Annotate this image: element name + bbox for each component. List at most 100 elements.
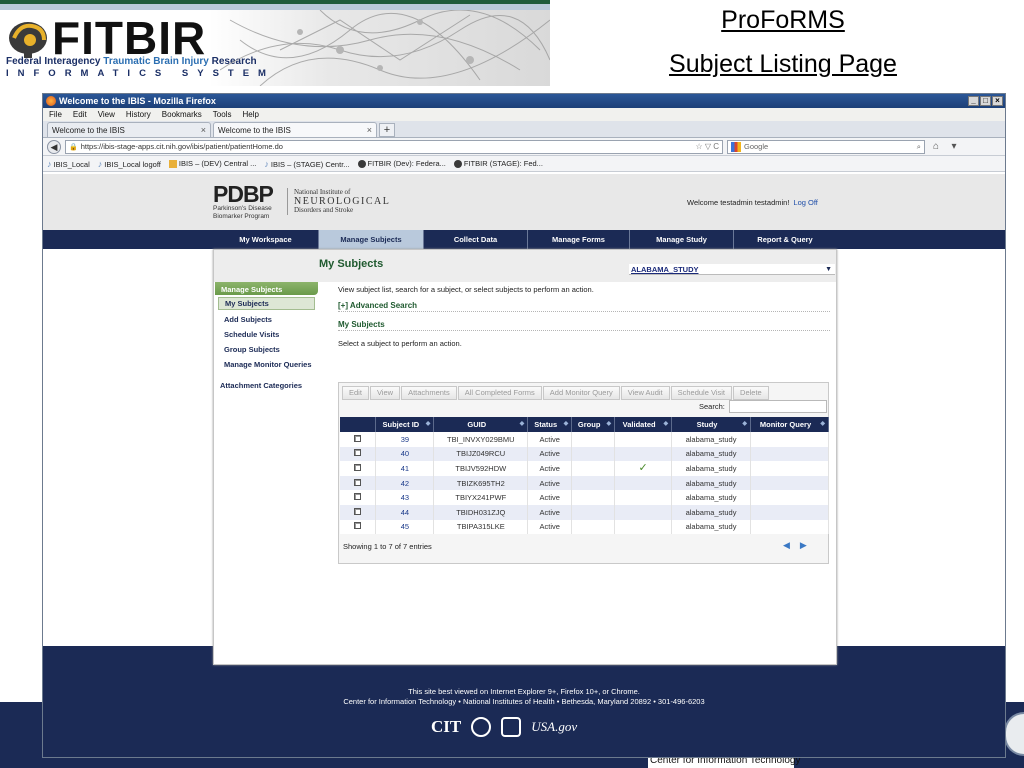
page-title: My Subjects: [319, 258, 384, 270]
bookmark-ibis-local-logoff[interactable]: ♪ IBIS_Local logoff: [98, 159, 161, 169]
cit-logo[interactable]: CIT: [431, 717, 461, 737]
bookmark-ibis-dev[interactable]: IBIS – (DEV) Central ...: [168, 159, 256, 168]
nih-seal-icon[interactable]: [501, 717, 522, 737]
logoff-link[interactable]: Log Off: [793, 198, 817, 207]
column-header-study[interactable]: Study ◆: [671, 417, 751, 432]
attachments-button[interactable]: Attachments: [401, 386, 457, 400]
edit-button[interactable]: Edit: [342, 386, 369, 400]
search-icon[interactable]: ⌕: [917, 142, 921, 152]
schedule-visit-button[interactable]: Schedule Visit: [670, 386, 733, 400]
nav-manage-forms[interactable]: Manage Forms: [528, 230, 629, 249]
url-bar[interactable]: 🔒 https://ibis-stage-apps.cit.nih.gov/ib…: [65, 139, 723, 154]
new-tab-button[interactable]: +: [379, 123, 395, 137]
row-checkbox[interactable]: [354, 493, 362, 501]
cell-validated: [614, 504, 673, 520]
bookmark-fitbir-stage[interactable]: FITBIR (STAGE): Fed...: [453, 159, 543, 168]
previous-page-icon[interactable]: ◀: [783, 540, 790, 551]
fitbir-logo: FITBIR Federal Interagency Traumatic Bra…: [0, 10, 550, 86]
sidebar-item-group-subjects[interactable]: Group Subjects: [215, 342, 318, 357]
row-checkbox[interactable]: [354, 478, 362, 486]
column-header-status[interactable]: Status ◆: [527, 417, 573, 432]
add-monitor-query-button[interactable]: Add Monitor Query: [542, 386, 620, 400]
minimize-button[interactable]: _: [968, 96, 979, 106]
column-header-group[interactable]: Group ◆: [571, 417, 616, 432]
next-page-icon[interactable]: ▶: [800, 540, 807, 551]
table-row[interactable]: 43 TBIYX241PWF Active alabama_study: [340, 490, 830, 505]
sidebar-item-add-subjects[interactable]: Add Subjects: [215, 312, 318, 327]
menu-tools[interactable]: Tools: [213, 110, 232, 119]
usa-gov-logo[interactable]: USA.gov: [531, 719, 577, 735]
cell-select: [340, 519, 377, 535]
close-tab-icon[interactable]: ×: [367, 125, 372, 135]
sidebar-item-manage-monitor-queries[interactable]: Manage Monitor Queries: [215, 357, 318, 372]
advanced-search-toggle[interactable]: [+] Advanced Search: [338, 301, 830, 312]
cell-subject-id[interactable]: 45: [375, 519, 435, 535]
cell-subject-id[interactable]: 43: [375, 490, 435, 505]
close-window-button[interactable]: ×: [992, 96, 1003, 106]
row-checkbox[interactable]: [354, 463, 362, 471]
table-row[interactable]: 44 TBIDH031ZJQ Active alabama_study: [340, 504, 830, 520]
all-completed-forms-button[interactable]: All Completed Forms: [457, 386, 542, 400]
back-button[interactable]: ◀: [47, 139, 61, 154]
row-checkbox[interactable]: [354, 522, 362, 530]
cell-subject-id[interactable]: 40: [375, 446, 435, 462]
menu-icon[interactable]: ▾: [947, 141, 961, 152]
nav-manage-subjects[interactable]: Manage Subjects: [319, 230, 423, 249]
row-checkbox[interactable]: [354, 434, 362, 442]
menu-bookmarks[interactable]: Bookmarks: [162, 110, 202, 119]
hhs-seal-icon[interactable]: [471, 717, 492, 737]
browser-tab-2[interactable]: Welcome to the IBIS ×: [213, 122, 377, 137]
sidebar-item-schedule-visits[interactable]: Schedule Visits: [215, 327, 318, 342]
grid-search-input[interactable]: [729, 400, 827, 413]
cell-status: Active: [527, 446, 573, 462]
table-row[interactable]: 40 TBIJZ049RCU Active alabama_study: [340, 446, 830, 462]
menu-edit[interactable]: Edit: [73, 110, 87, 119]
browser-search-input[interactable]: Google ⌕: [727, 139, 925, 154]
cell-status: Active: [527, 519, 573, 535]
close-tab-icon[interactable]: ×: [201, 125, 206, 135]
instruction-text: Select a subject to perform an action.: [338, 339, 462, 348]
column-header-subject-id[interactable]: Subject ID ◆: [375, 417, 435, 432]
cell-study: alabama_study: [671, 504, 751, 520]
table-row[interactable]: 42 TBIZK695TH2 Active alabama_study: [340, 475, 830, 491]
cell-subject-id[interactable]: 44: [375, 504, 435, 520]
column-header-monitor-query[interactable]: Monitor Query ◆: [750, 417, 830, 432]
nav-collect-data[interactable]: Collect Data: [424, 230, 527, 249]
menu-history[interactable]: History: [126, 110, 151, 119]
footer-address: Center for Information Technology • Nati…: [343, 697, 705, 706]
window-titlebar: Welcome to the IBIS - Mozilla Firefox _ …: [43, 94, 1005, 108]
cell-subject-id[interactable]: 41: [375, 461, 435, 476]
study-select[interactable]: ALABAMA_STUDY ▼: [629, 264, 835, 275]
table-row[interactable]: 45 TBIPA315LKE Active alabama_study: [340, 519, 830, 535]
nav-manage-study[interactable]: Manage Study: [630, 230, 733, 249]
bookmark-ibis-local[interactable]: ♪ IBIS_Local: [47, 159, 90, 169]
cell-guid: TBIDH031ZJQ: [433, 504, 529, 520]
cell-subject-id[interactable]: 42: [375, 475, 435, 491]
bookmark-ibis-stage[interactable]: ♪ IBIS – (STAGE) Centr...: [264, 159, 349, 169]
url-actions[interactable]: ☆ ▽ C: [695, 142, 719, 151]
column-header-validated[interactable]: Validated ◆: [614, 417, 673, 432]
home-icon[interactable]: ⌂: [929, 141, 943, 152]
maximize-button[interactable]: □: [980, 96, 991, 106]
menu-file[interactable]: File: [49, 110, 62, 119]
grid-search-label: Search:: [699, 402, 725, 411]
row-checkbox[interactable]: [354, 449, 362, 457]
browser-tab-1[interactable]: Welcome to the IBIS ×: [47, 122, 211, 137]
sidebar-item-my-subjects[interactable]: My Subjects: [218, 297, 315, 310]
view-audit-button[interactable]: View Audit: [620, 386, 670, 400]
row-checkbox[interactable]: [354, 507, 362, 515]
nav-report-query[interactable]: Report & Query: [734, 230, 836, 249]
sidebar-item-attachment-categories[interactable]: Attachment Categories: [215, 381, 318, 390]
table-row[interactable]: 41 TBIJV592HDW Active ✓ alabama_study: [340, 461, 830, 476]
delete-button[interactable]: Delete: [733, 386, 769, 400]
nav-my-workspace[interactable]: My Workspace: [213, 230, 318, 249]
cell-study: alabama_study: [671, 475, 751, 491]
slide-top-bar: [0, 0, 550, 10]
table-row[interactable]: 39 TBI_INVXY029BMU Active alabama_study: [340, 432, 830, 447]
column-header-guid[interactable]: GUID ◆: [433, 417, 529, 432]
menu-view[interactable]: View: [98, 110, 115, 119]
menu-help[interactable]: Help: [242, 110, 258, 119]
view-button[interactable]: View: [369, 386, 401, 400]
bookmark-fitbir-dev[interactable]: FITBIR (Dev): Federa...: [357, 159, 446, 168]
cell-subject-id[interactable]: 39: [375, 432, 435, 447]
